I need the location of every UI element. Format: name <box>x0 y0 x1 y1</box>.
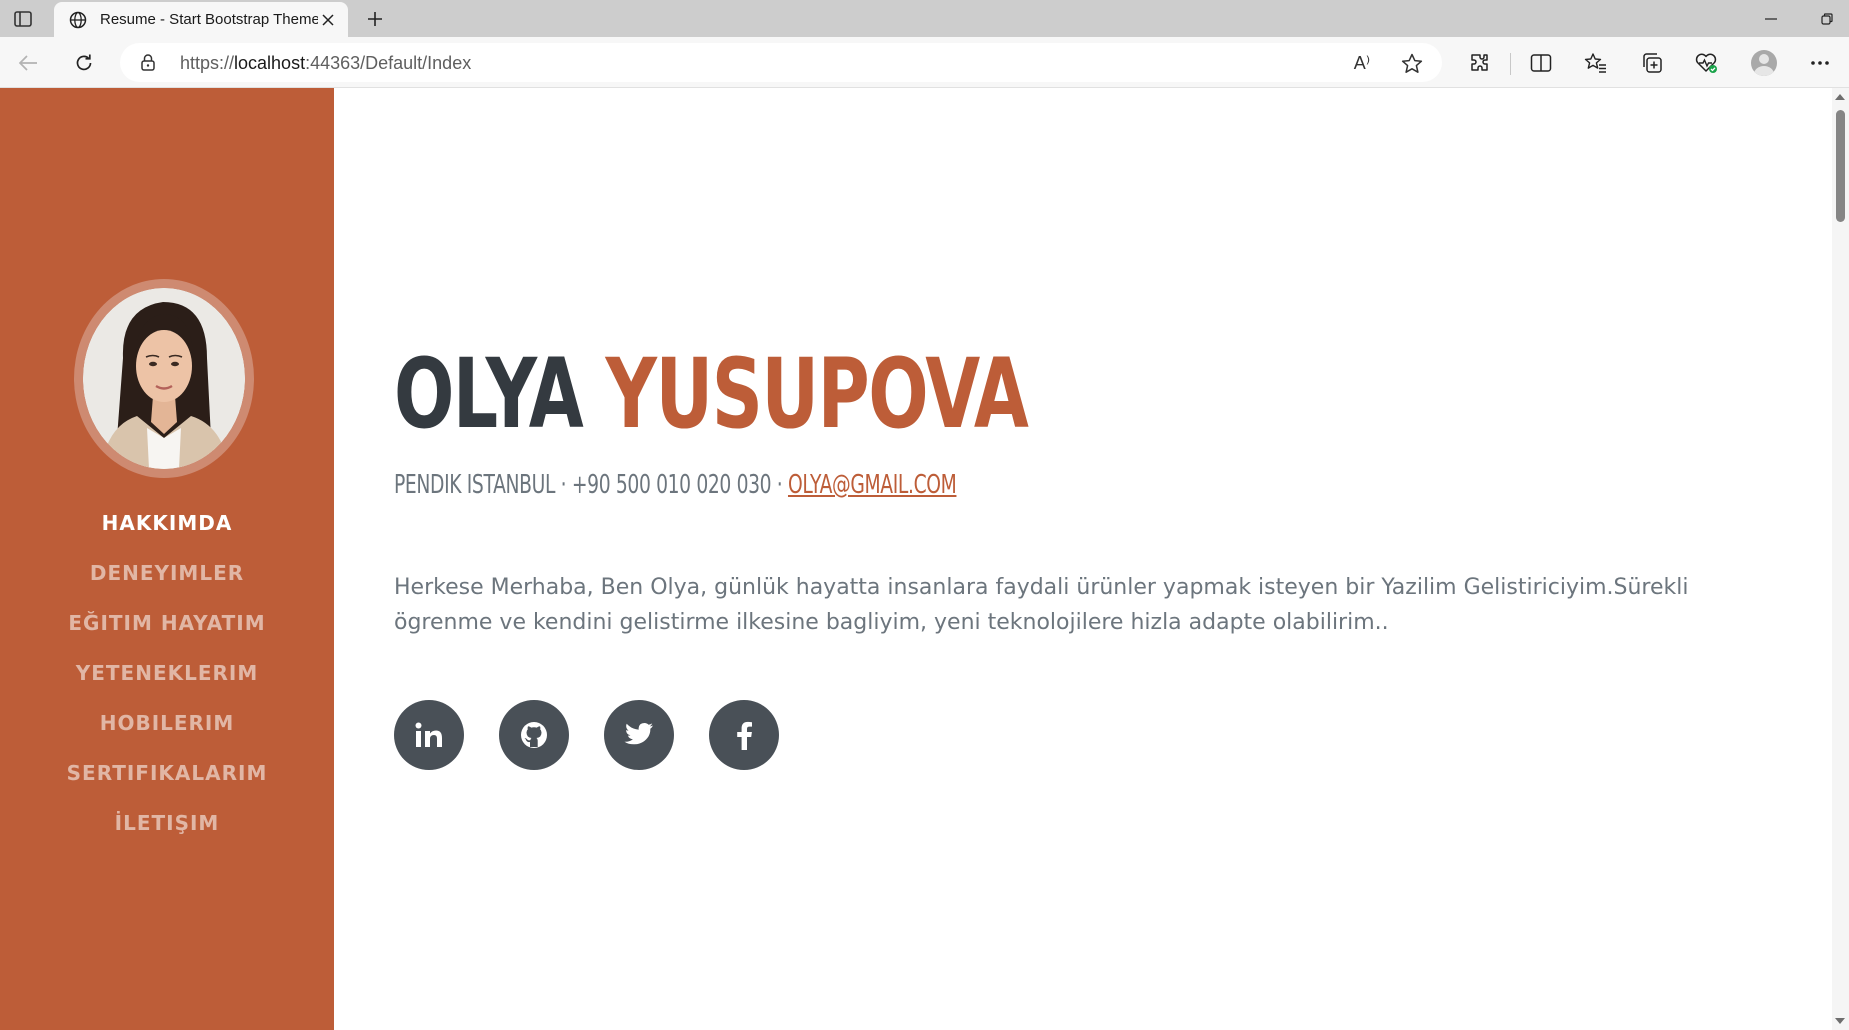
active-tab[interactable]: Resume - Start Bootstrap Theme <box>54 2 348 37</box>
address-bar[interactable]: https://localhost:44363/Default/Index A⁾ <box>120 43 1442 82</box>
scroll-up-arrow-icon[interactable] <box>1835 94 1845 100</box>
nav-link-yeteneklerim[interactable]: YETENEKLERIM <box>76 661 259 685</box>
url-text[interactable]: https://localhost:44363/Default/Index <box>180 53 471 74</box>
globe-icon <box>68 10 88 30</box>
vertical-scrollbar[interactable] <box>1832 88 1849 1030</box>
linkedin-button[interactable] <box>394 700 464 770</box>
nav-link-egitim-hayatim[interactable]: EĞITIM HAYATIM <box>68 611 265 635</box>
avatar <box>1751 50 1777 76</box>
collections-icon[interactable] <box>1638 49 1666 77</box>
url-path: :44363/Default/Index <box>305 53 472 73</box>
page-title: OLYA YUSUPOVA <box>394 346 1029 442</box>
restore-window-icon[interactable] <box>1816 8 1838 30</box>
read-aloud-icon[interactable]: A⁾ <box>1350 51 1374 75</box>
nav-link-hakkimda[interactable]: HAKKIMDA <box>102 511 233 535</box>
github-icon <box>519 720 549 750</box>
minimize-icon[interactable] <box>1760 8 1782 30</box>
nav-item-yeteneklerim[interactable]: YETENEKLERIM <box>0 648 334 698</box>
more-menu-icon[interactable] <box>1806 49 1834 77</box>
address-phone: PENDIK ISTANBUL · +90 500 010 020 030 · <box>394 470 788 500</box>
url-prefix: https:// <box>180 53 235 73</box>
nav-link-hobilerim[interactable]: HOBILERIM <box>100 711 235 735</box>
profile-photo-image <box>83 288 245 469</box>
twitter-button[interactable] <box>604 700 674 770</box>
new-tab-button[interactable] <box>362 7 388 31</box>
favorites-icon[interactable] <box>1582 49 1610 77</box>
social-icons <box>394 700 814 770</box>
nav-item-hobilerim[interactable]: HOBILERIM <box>0 698 334 748</box>
back-arrow-icon[interactable] <box>14 49 42 77</box>
tab-strip: Resume - Start Bootstrap Theme <box>0 0 1849 37</box>
facebook-icon <box>735 720 753 750</box>
extensions-icon[interactable] <box>1466 49 1494 77</box>
nav-item-sertifikalarim[interactable]: SERTIFIKALARIM <box>0 748 334 798</box>
split-screen-icon[interactable] <box>1527 49 1555 77</box>
refresh-icon[interactable] <box>70 49 98 77</box>
github-button[interactable] <box>499 700 569 770</box>
nav-link-deneyimler[interactable]: DENEYIMLER <box>90 561 244 585</box>
tab-actions-icon[interactable] <box>12 8 34 30</box>
linkedin-icon <box>414 721 444 749</box>
twitter-icon <box>624 722 654 748</box>
nav-item-egitim-hayatim[interactable]: EĞITIM HAYATIM <box>0 598 334 648</box>
facebook-button[interactable] <box>709 700 779 770</box>
email-link[interactable]: OLYA@GMAIL.COM <box>788 470 957 500</box>
profile-photo <box>74 279 254 478</box>
nav-item-deneyimler[interactable]: DENEYIMLER <box>0 548 334 598</box>
favorite-star-icon[interactable] <box>1400 51 1424 75</box>
sidebar: HAKKIMDA DENEYIMLER EĞITIM HAYATIM YETEN… <box>0 88 334 1030</box>
close-tab-icon[interactable] <box>318 10 338 30</box>
nav-link-iletisim[interactable]: İLETIŞIM <box>115 811 220 835</box>
first-name: OLYA <box>394 338 584 450</box>
nav-item-hakkimda[interactable]: HAKKIMDA <box>0 498 334 548</box>
last-name: YUSUPOVA <box>605 338 1029 450</box>
about-section: OLYA YUSUPOVA PENDIK ISTANBUL · +90 500 … <box>334 88 1832 1030</box>
about-text: Herkese Merhaba, Ben Olya, günlük hayatt… <box>394 575 1689 635</box>
scroll-down-arrow-icon[interactable] <box>1835 1018 1845 1024</box>
browser-toolbar: https://localhost:44363/Default/Index A⁾ <box>0 37 1849 88</box>
page-viewport: HAKKIMDA DENEYIMLER EĞITIM HAYATIM YETEN… <box>0 88 1849 1030</box>
nav-link-sertifikalarim[interactable]: SERTIFIKALARIM <box>67 761 268 785</box>
url-host: localhost <box>234 53 306 73</box>
contact-subheading: PENDIK ISTANBUL · +90 500 010 020 030 · … <box>394 470 957 500</box>
sidebar-nav: HAKKIMDA DENEYIMLER EĞITIM HAYATIM YETEN… <box>0 498 334 848</box>
tab-title: Resume - Start Bootstrap Theme <box>100 11 318 28</box>
browser-essentials-icon[interactable] <box>1692 49 1720 77</box>
toolbar-divider <box>1510 53 1511 75</box>
profile-avatar[interactable] <box>1750 49 1778 77</box>
scrollbar-thumb[interactable] <box>1836 110 1845 222</box>
profile-portrait-illustration <box>83 288 245 469</box>
nav-item-iletisim[interactable]: İLETIŞIM <box>0 798 334 848</box>
lock-icon[interactable] <box>138 52 158 72</box>
